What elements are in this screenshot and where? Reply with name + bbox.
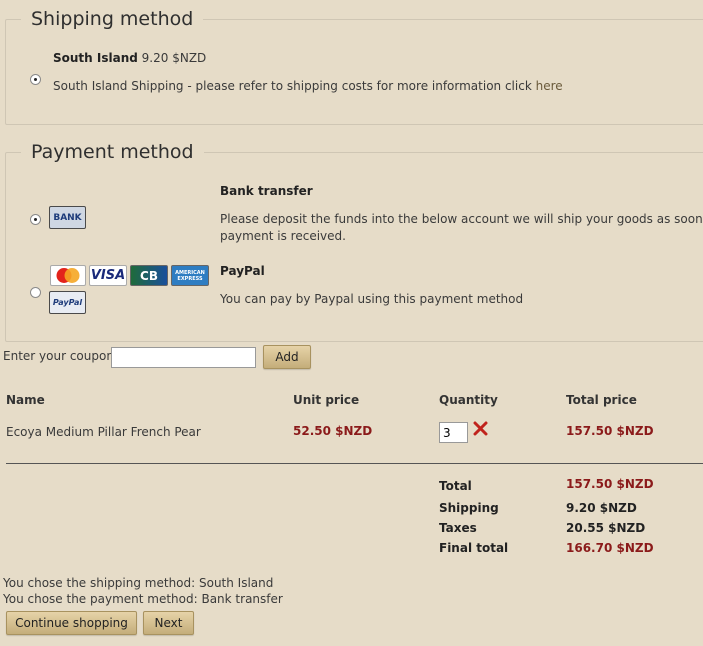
bank-logo-text: BANK (53, 212, 82, 223)
summary-final-total-value: 166.70 $NZD (566, 541, 654, 555)
col-header-total-price: Total price (566, 393, 637, 407)
cart-row-quantity-input[interactable] (439, 422, 468, 443)
mastercard-icon (56, 268, 80, 283)
chosen-shipping-method: You chose the shipping method: South Isl… (3, 576, 274, 590)
summary-total-value: 157.50 $NZD (566, 477, 654, 491)
shipping-option-title: South Island 9.20 $NZD (53, 51, 206, 65)
col-header-quantity: Quantity (439, 393, 498, 407)
paypal-description: You can pay by Paypal using this payment… (220, 292, 524, 306)
summary-final-total-label: Final total (439, 541, 509, 555)
bank-transfer-title: Bank transfer (220, 184, 313, 198)
payment-bank-transfer-radio[interactable] (30, 214, 41, 225)
paypal-logo-text: PayPal (52, 298, 83, 307)
remove-item-icon[interactable] (473, 421, 488, 436)
cb-logo-text: CB (140, 268, 158, 283)
summary-total-label: Total (439, 479, 472, 493)
shipping-description-text: South Island Shipping - please refer to … (53, 79, 532, 93)
coupon-input[interactable] (111, 347, 256, 368)
payment-paypal-radio[interactable] (30, 287, 41, 298)
shipping-option-description: South Island Shipping - please refer to … (53, 79, 563, 93)
continue-shopping-button[interactable]: Continue shopping (6, 611, 137, 635)
coupon-label: Enter your coupon (3, 349, 114, 363)
amex-logo-text: AMERICAN EXPRESS (175, 269, 205, 282)
paypal-logo: PayPal (49, 291, 86, 314)
cart-row-total-price: 157.50 $NZD (566, 424, 654, 438)
chosen-payment-method: You chose the payment method: Bank trans… (3, 592, 283, 606)
amex-logo: AMERICAN EXPRESS (171, 265, 209, 286)
col-header-unit-price: Unit price (293, 393, 360, 407)
col-header-name: Name (6, 393, 45, 407)
summary-shipping-value: 9.20 $NZD (566, 501, 637, 515)
bank-transfer-description-line2: payment is received. (220, 229, 346, 243)
shipping-costs-link[interactable]: here (536, 79, 563, 93)
payment-method-legend: Payment method (21, 140, 204, 164)
shipping-method-section: Shipping method (5, 7, 703, 125)
bank-transfer-description-line1: Please deposit the funds into the below … (220, 212, 703, 226)
shipping-south-island-radio[interactable] (30, 74, 41, 85)
visa-logo-text: VISA (90, 268, 126, 283)
paypal-title: PayPal (220, 264, 265, 278)
close-icon (473, 421, 488, 436)
cart-divider (6, 463, 703, 464)
cart-row-unit-price: 52.50 $NZD (293, 424, 373, 438)
visa-logo: VISA (89, 265, 127, 286)
next-button[interactable]: Next (143, 611, 194, 635)
cb-logo: CB (130, 265, 168, 286)
mastercard-logo (50, 265, 86, 286)
bank-logo: BANK (49, 206, 86, 229)
shipping-option-name: South Island (53, 51, 138, 65)
summary-taxes-label: Taxes (439, 521, 477, 535)
cart-row-product-name: Ecoya Medium Pillar French Pear (6, 425, 201, 439)
payment-method-section: Payment method (5, 140, 703, 342)
summary-shipping-label: Shipping (439, 501, 499, 515)
summary-taxes-value: 20.55 $NZD (566, 521, 646, 535)
coupon-add-button[interactable]: Add (263, 345, 311, 369)
shipping-option-price: 9.20 $NZD (141, 51, 207, 65)
shipping-method-legend: Shipping method (21, 7, 204, 31)
